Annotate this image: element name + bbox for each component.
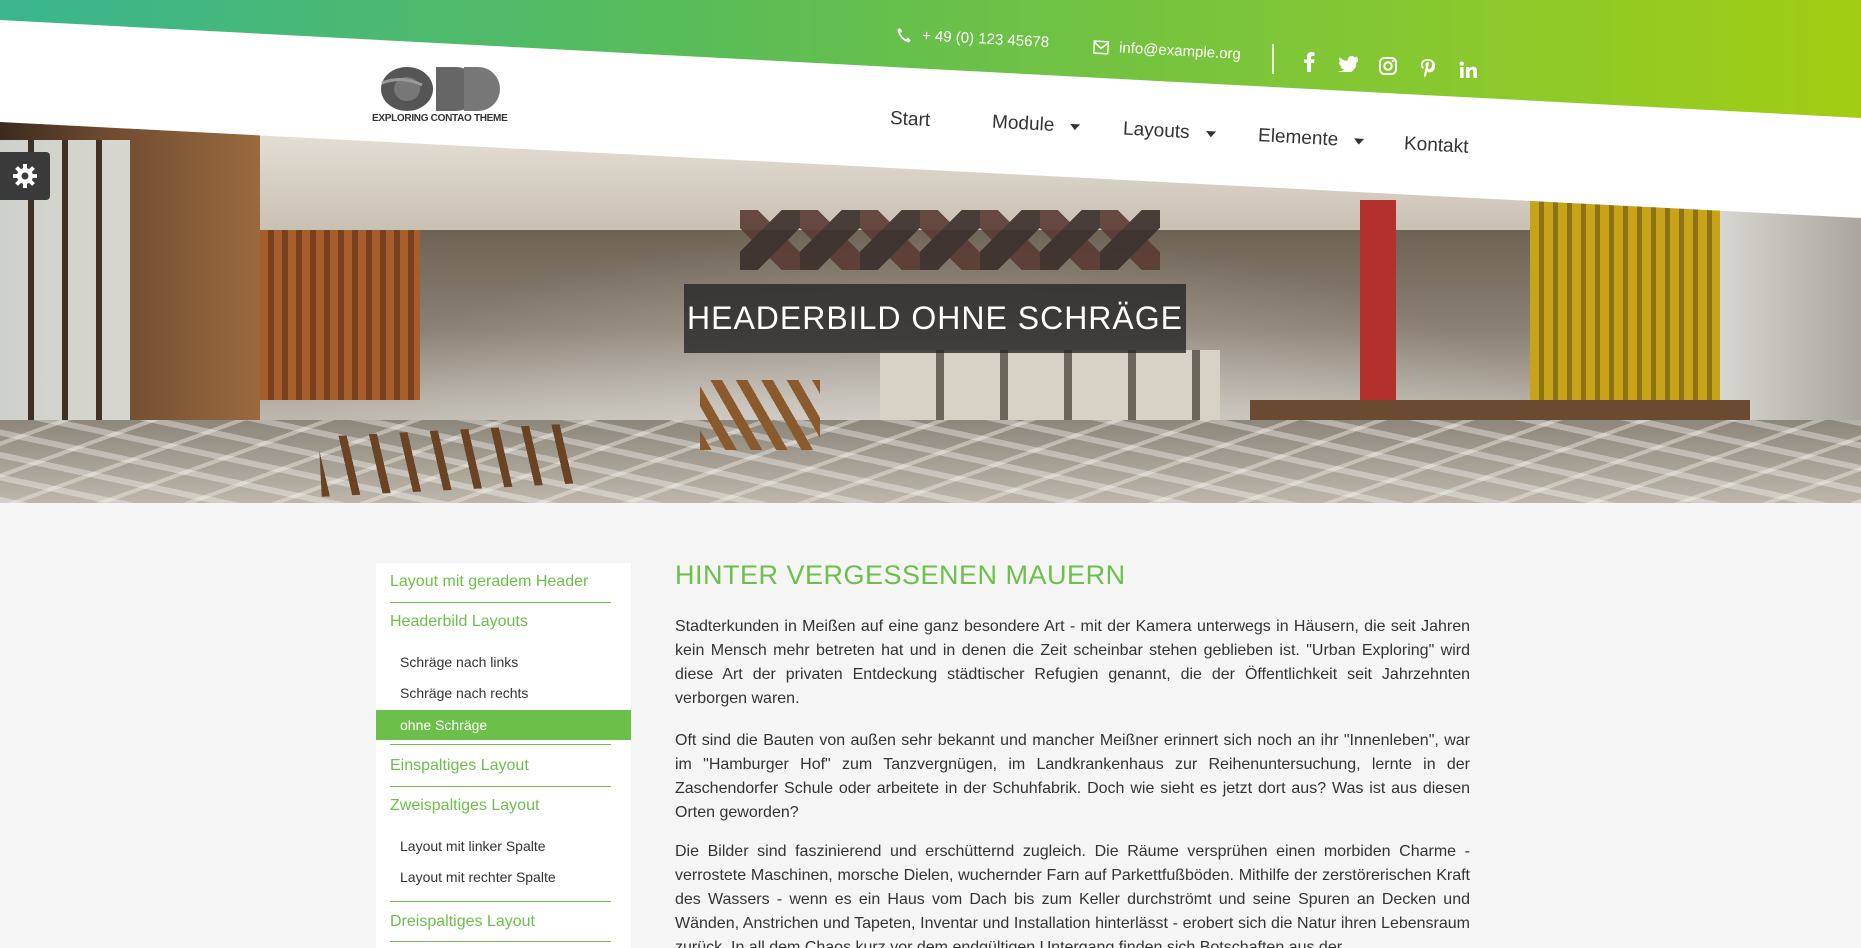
hero-floor — [0, 420, 1861, 503]
sidebar: Layout mit geradem Header Headerbild Lay… — [376, 563, 631, 948]
sidebar-subitem-linke-spalte[interactable]: Layout mit linker Spalte — [400, 838, 546, 854]
content-paragraph: Stadterkunden in Meißen auf eine ganz be… — [675, 618, 1470, 707]
hero-wall-pattern — [740, 210, 1160, 270]
caret-down-icon — [1205, 130, 1216, 138]
nav-label: Layouts — [1122, 118, 1191, 144]
hero-doors — [880, 350, 1220, 430]
nav-label: Elemente — [1257, 125, 1339, 151]
nav-label: Kontakt — [1403, 133, 1469, 158]
logo[interactable]: EXPLORING CONTAO THEME — [372, 63, 512, 133]
gear-icon — [13, 164, 37, 188]
nav-kontakt[interactable]: Kontakt — [1403, 133, 1469, 158]
logo-text: EXPLORING CONTAO THEME — [372, 113, 508, 124]
caret-down-icon — [1070, 123, 1081, 131]
sidebar-item-dreispaltiges-layout[interactable]: Dreispaltiges Layout — [390, 913, 611, 931]
nav-start[interactable]: Start — [889, 108, 930, 132]
sidebar-subitem-ohne-schraege[interactable]: ohne Schräge — [376, 710, 631, 740]
twitter-icon[interactable] — [1336, 52, 1360, 76]
phone-icon — [897, 27, 911, 43]
caret-down-icon — [1354, 138, 1365, 145]
sidebar-item-headerbild-layouts[interactable]: Headerbild Layouts — [390, 613, 611, 631]
sidebar-subitem-schraege-rechts[interactable]: Schräge nach rechts — [400, 685, 528, 701]
sidebar-item-layout-gerader-header[interactable]: Layout mit geradem Header — [390, 573, 611, 591]
nav-label: Start — [889, 107, 931, 132]
pinterest-icon[interactable] — [1416, 56, 1440, 80]
sidebar-divider — [390, 941, 611, 942]
linkedin-icon[interactable] — [1456, 58, 1480, 82]
settings-button[interactable] — [0, 152, 50, 200]
instagram-icon[interactable] — [1376, 54, 1400, 78]
sidebar-item-einspaltiges-layout[interactable]: Einspaltiges Layout — [390, 757, 611, 775]
sidebar-divider — [390, 901, 611, 902]
hero-title-box: HEADERBILD OHNE SCHRÄGE — [684, 284, 1186, 353]
hero-title: HEADERBILD OHNE SCHRÄGE — [687, 300, 1183, 336]
logo-mark — [381, 67, 500, 111]
nav-label: Module — [991, 111, 1055, 136]
sidebar-subitem-schraege-links[interactable]: Schräge nach links — [400, 654, 518, 670]
nav-module[interactable]: Module — [991, 111, 1081, 139]
hero-chairs — [700, 380, 820, 450]
header-divider — [1272, 44, 1274, 74]
envelope-icon — [1092, 39, 1110, 55]
sidebar-active-label: ohne Schräge — [400, 717, 488, 733]
hero-curtain-left — [260, 230, 420, 400]
sidebar-subitem-rechte-spalte[interactable]: Layout mit rechter Spalte — [400, 869, 556, 885]
sidebar-divider — [390, 602, 611, 603]
content-paragraph: Oft sind die Bauten von außen sehr bekan… — [675, 732, 1470, 821]
sidebar-item-zweispaltiges-layout[interactable]: Zweispaltiges Layout — [390, 797, 611, 815]
sidebar-divider — [390, 744, 611, 745]
hero-red-panel — [1360, 200, 1396, 400]
content-paragraph: Die Bilder sind faszinierend und erschüt… — [675, 843, 1470, 948]
sidebar-divider — [390, 786, 611, 787]
hero-curtain-right — [1530, 200, 1720, 410]
facebook-icon[interactable] — [1297, 50, 1321, 74]
page-title: HINTER VERGESSENEN MAUERN — [675, 560, 1126, 590]
